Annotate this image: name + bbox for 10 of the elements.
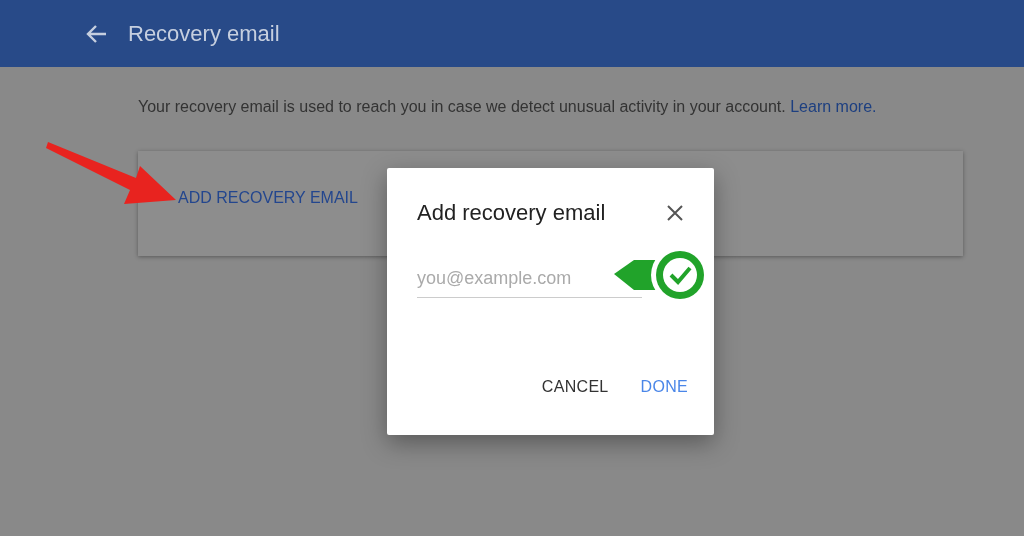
done-button[interactable]: DONE	[630, 370, 698, 404]
dialog-title: Add recovery email	[417, 200, 606, 226]
back-arrow-icon[interactable]	[86, 23, 108, 44]
page-title: Recovery email	[128, 20, 280, 47]
add-recovery-email-button[interactable]: ADD RECOVERY EMAIL	[178, 189, 358, 207]
learn-more-link[interactable]: Learn more.	[790, 98, 877, 115]
email-field[interactable]: you@example.com	[417, 268, 642, 298]
description-text: Your recovery email is used to reach you in case we detect unusual activity in your account. Learn more.	[138, 97, 878, 117]
cancel-button[interactable]: CANCEL	[531, 370, 619, 404]
close-icon[interactable]	[666, 204, 684, 222]
